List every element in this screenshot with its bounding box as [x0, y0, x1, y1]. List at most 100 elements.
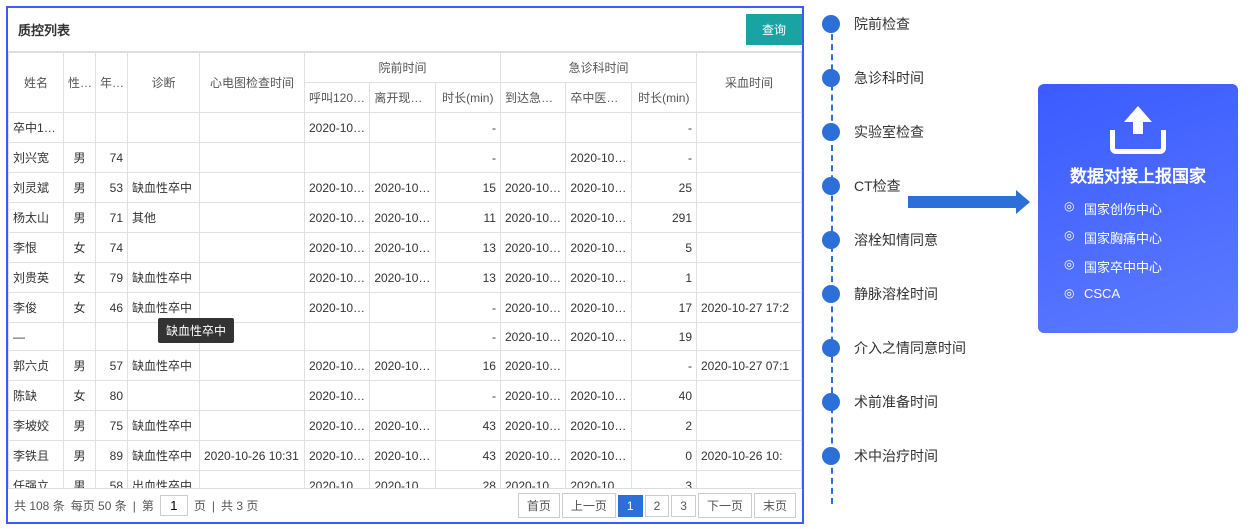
timeline: 院前检查急诊科时间实验室检查 CT检查溶栓知情同意静脉溶栓时间介入之情同意时间术前… — [822, 14, 1022, 514]
upload-icon — [1110, 106, 1166, 154]
pg-first[interactable]: 首页 — [518, 493, 560, 518]
cell-sex: 男 — [64, 441, 96, 471]
cell-doc: 2020-10-26 14:42 — [566, 381, 631, 411]
col-blood[interactable]: 采血时间 — [697, 53, 802, 113]
cell-dur2: 0 — [631, 441, 696, 471]
cell-diag: 缺血性卒中 — [128, 411, 200, 441]
cell-diag — [128, 381, 200, 411]
cell-age: 53 — [96, 173, 128, 203]
pg-perpage: 每页 50 条 — [71, 497, 127, 514]
timeline-item[interactable]: 院前检查 — [822, 14, 1022, 34]
col-leave[interactable]: 离开现场时间 — [370, 83, 435, 113]
cell-dur2: 3 — [631, 471, 696, 489]
cell-arrive: 2020-10-28 10:59 — [500, 203, 565, 233]
timeline-item[interactable]: 急诊科时间 — [822, 68, 1022, 88]
pg-next[interactable]: 下一页 — [698, 493, 752, 518]
cell-ecg: 2020-10-26 10:31 — [200, 441, 305, 471]
panel-header: 质控列表 查询 — [8, 8, 802, 52]
pg-3[interactable]: 3 — [671, 495, 696, 517]
timeline-dot-icon — [822, 285, 840, 303]
table-row[interactable]: 任强立男58出血性卒中2020-10-26 06:412020-10-26 07… — [9, 471, 802, 489]
cell-call120: 2020-10-27 17:32 — [305, 293, 370, 323]
col-diag[interactable]: 诊断 — [128, 53, 200, 113]
timeline-dot-icon — [822, 123, 840, 141]
cell-name: 刘兴宽 — [9, 143, 64, 173]
cell-doc — [566, 351, 631, 381]
timeline-dot-icon — [822, 69, 840, 87]
cell-leave: 2020-10-28 21:13 — [370, 173, 435, 203]
table-row[interactable]: 卒中1029172020-10-29 17:28-- — [9, 113, 802, 143]
col-arrive-ed[interactable]: 到达急诊科时间 — [500, 83, 565, 113]
cell-sex: 男 — [64, 351, 96, 381]
cell-leave — [370, 143, 435, 173]
col-sex[interactable]: 性别 — [64, 53, 96, 113]
timeline-arrow-icon — [908, 196, 1018, 208]
timeline-item[interactable]: 术中治疗时间 — [822, 446, 1022, 466]
cell-call120: 2020-10-26 13:41 — [305, 381, 370, 411]
col-stroke-doc[interactable]: 卒中医生接诊时间 — [566, 83, 631, 113]
cell-sex: 女 — [64, 293, 96, 323]
timeline-item[interactable]: 静脉溶栓时间 — [822, 284, 1022, 304]
cell-age: 74 — [96, 233, 128, 263]
table-row[interactable]: 郭六贞男57缺血性卒中2020-10-27 07:052020-10-27 07… — [9, 351, 802, 381]
table-row[interactable]: 李铁且男89缺血性卒中2020-10-26 10:312020-10-26 09… — [9, 441, 802, 471]
cell-age: 79 — [96, 263, 128, 293]
table-row[interactable]: 刘灵斌男53缺血性卒中2020-10-28 20:582020-10-28 21… — [9, 173, 802, 203]
cell-sex: 男 — [64, 143, 96, 173]
table-row[interactable]: —-2020-10-27 11:002020-10-27 11:1919 — [9, 323, 802, 351]
timeline-label: 术中治疗时间 — [854, 446, 938, 466]
pg-1[interactable]: 1 — [618, 495, 643, 517]
pg-last[interactable]: 末页 — [754, 493, 796, 518]
cell-arrive: 2020-10-27 11:01 — [500, 233, 565, 263]
pg-2[interactable]: 2 — [645, 495, 670, 517]
cell-dur1: 13 — [435, 263, 500, 293]
diagnosis-tooltip: 缺血性卒中 — [158, 318, 234, 343]
col-ecg[interactable]: 心电图检查时间 — [200, 53, 305, 113]
col-age[interactable]: 年龄 — [96, 53, 128, 113]
table-row[interactable]: 杨太山男71其他2020-10-28 10:352020-10-28 10:47… — [9, 203, 802, 233]
pg-prev[interactable]: 上一页 — [562, 493, 616, 518]
table-row[interactable]: 李坡姣男75缺血性卒中2020-10-26 12:472020-10-26 13… — [9, 411, 802, 441]
pg-totalpages: 共 3 页 — [221, 497, 258, 514]
timeline-item[interactable]: 实验室检查 — [822, 122, 1022, 142]
callout-item: CSCA — [1084, 286, 1220, 301]
col-name[interactable]: 姓名 — [9, 53, 64, 113]
col-dur1[interactable]: 时长(min) — [435, 83, 500, 113]
cell-leave — [370, 381, 435, 411]
query-button[interactable]: 查询 — [746, 14, 802, 45]
cell-sex: 男 — [64, 173, 96, 203]
timeline-dot-icon — [822, 231, 840, 249]
timeline-item[interactable]: 介入之情同意时间 — [822, 338, 1022, 358]
table-row[interactable]: 李俊女46缺血性卒中2020-10-27 17:32-2020-10-27 17… — [9, 293, 802, 323]
cell-diag: 缺血性卒中 — [128, 351, 200, 381]
cell-dur2: - — [631, 113, 696, 143]
timeline-item[interactable]: CT检查 — [822, 176, 1022, 196]
col-dur2[interactable]: 时长(min) — [631, 83, 696, 113]
cell-dur2: 291 — [631, 203, 696, 233]
qc-list-panel: 质控列表 查询 姓名 性别 年龄 诊断 心电图检查时间 院前时间 急诊科时间 采… — [6, 6, 804, 524]
pager: 共 108 条 每页 50 条| 第 页| 共 3 页 首页 上一页 1 2 3… — [8, 488, 802, 522]
pg-input[interactable] — [160, 495, 188, 516]
cell-call120: 2020-10-26 09:50 — [305, 441, 370, 471]
cell-diag: 缺血性卒中 — [128, 441, 200, 471]
timeline-item[interactable]: 术前准备时间 — [822, 392, 1022, 412]
table-row[interactable]: 陈缺女802020-10-26 13:41-2020-10-26 14:0220… — [9, 381, 802, 411]
cell-dur1: 11 — [435, 203, 500, 233]
cell-call120: 2020-10-27 10:31 — [305, 233, 370, 263]
cell-dur2: - — [631, 351, 696, 381]
cell-leave: 2020-10-26 10:33 — [370, 441, 435, 471]
cell-blood: 2020-10-27 07:1 — [697, 351, 802, 381]
cell-diag: 缺血性卒中 — [128, 173, 200, 203]
timeline-item[interactable]: 溶栓知情同意 — [822, 230, 1022, 250]
cell-call120: 2020-10-26 12:47 — [305, 411, 370, 441]
cell-age: 58 — [96, 471, 128, 489]
col-call120[interactable]: 呼叫120时间 — [305, 83, 370, 113]
table-row[interactable]: 李恨女742020-10-27 10:312020-10-27 10:43132… — [9, 233, 802, 263]
table-row[interactable]: 刘贵英女79缺血性卒中2020-10-27 07:492020-10-27 08… — [9, 263, 802, 293]
timeline-dot-icon — [822, 15, 840, 33]
col-group-ed: 急诊科时间 — [500, 53, 696, 83]
callout-item: 国家胸痛中心 — [1084, 228, 1220, 247]
cell-call120 — [305, 323, 370, 351]
callout-item: 国家创伤中心 — [1084, 199, 1220, 218]
table-row[interactable]: 刘兴宽男74-2020-10-29 09:43- — [9, 143, 802, 173]
